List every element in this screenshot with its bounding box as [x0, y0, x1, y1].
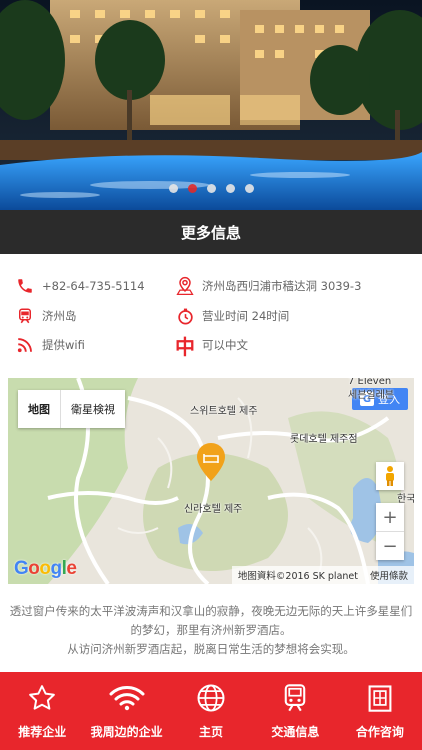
map-terms-link[interactable]: 使用條款 [370, 568, 408, 582]
address-text: 济州岛西归浦市穑达洞 3039-3 [202, 279, 362, 293]
hotel-night-photo [0, 0, 422, 210]
zoom-controls: + − [376, 503, 404, 560]
map-label-shilla-hotel: 신라호텔 제주 [184, 504, 243, 515]
map-tab-satellite[interactable]: 衛星検視 [61, 390, 125, 428]
nav-label: 推荐企业 [18, 725, 67, 739]
section-title-bar: 更多信息 [0, 210, 422, 254]
nav-label: 交通信息 [271, 725, 320, 739]
address-info[interactable]: 济州岛西归浦市穑达洞 3039-3 [174, 272, 361, 300]
globe-icon [196, 682, 226, 714]
section-title: 更多信息 [180, 223, 241, 242]
building-icon [366, 682, 394, 714]
transport-text: 济州岛 [42, 309, 77, 323]
train-icon [14, 305, 36, 327]
map-tab-map[interactable]: 地图 [18, 390, 61, 428]
carousel-dot[interactable] [206, 184, 216, 193]
map-attribution: 地图資料©2016 SK planet [237, 571, 358, 582]
hours-info: 营业时间 24时间 [174, 302, 289, 330]
rss-icon [14, 334, 36, 356]
phone-icon [14, 275, 36, 297]
hero-banner[interactable] [0, 0, 422, 210]
nav-recommended[interactable]: 推荐企业 [0, 672, 84, 750]
hours-text: 营业时间 24时间 [202, 309, 290, 323]
zoom-in-button[interactable]: + [376, 503, 404, 532]
train-icon [281, 682, 309, 714]
carousel-dot[interactable] [225, 184, 235, 193]
bottom-navigation: 推荐企业 我周边的企业 主页 交通信息 合作咨询 [0, 672, 422, 750]
chinese-language-icon: 中 [174, 334, 196, 359]
wifi-text: 提供wifi [42, 338, 85, 352]
description-line-1: 透过窗户传来的太平洋波涛声和汉拿山的寂静，夜晚无边无际的天上许多星星们的梦幻，那… [9, 604, 413, 637]
nav-home[interactable]: 主页 [169, 672, 253, 750]
star-icon [27, 682, 57, 714]
map-label-road: 세븐일레븐 [348, 390, 394, 401]
hotel-description: 透过窗户传来的太平洋波涛声和汉拿山的寂静，夜晚无边无际的天上许多星星们的梦幻，那… [8, 602, 414, 659]
description-line-2: 从访问济州新罗酒店起，脱离日常生活的梦想将会实现。 [67, 642, 355, 656]
google-map[interactable]: 地图 衛星検視 G 登入 7 Eleven 세븐일레븐 스위트호텔 제주 롯데호… [8, 378, 414, 584]
phone-info[interactable]: +82-64-735-5114 [14, 272, 145, 300]
carousel-dot[interactable] [187, 184, 197, 193]
nav-contact[interactable]: 合作咨询 [338, 672, 422, 750]
language-badge: 中 [175, 334, 195, 359]
language-text: 可以中文 [202, 338, 248, 352]
carousel-dot[interactable] [244, 184, 254, 193]
clock-icon [174, 305, 196, 327]
wifi-icon [109, 682, 145, 714]
nav-label: 主页 [199, 725, 224, 739]
phone-number: +82-64-735-5114 [42, 279, 145, 293]
map-type-tabs: 地图 衛星検視 [18, 390, 125, 428]
nav-label: 我周边的企业 [90, 725, 163, 739]
map-label-lotte-hotel: 롯데호텔 제주점 [290, 434, 358, 445]
map-label-suite-hotel: 스위트호텔 제주 [190, 406, 258, 417]
nav-label: 合作咨询 [355, 725, 404, 739]
nav-transport[interactable]: 交通信息 [253, 672, 337, 750]
language-info: 中 可以中文 [174, 331, 248, 359]
map-pin-icon [174, 275, 196, 297]
location-marker-icon[interactable] [196, 442, 226, 486]
street-view-pegman-icon[interactable] [376, 462, 404, 490]
zoom-out-button[interactable]: − [376, 532, 404, 560]
map-attribution-bar: 地图資料©2016 SK planet 使用條款 [231, 566, 414, 584]
nav-nearby[interactable]: 我周边的企业 [84, 672, 168, 750]
wifi-info: 提供wifi [14, 331, 85, 359]
carousel-dots [0, 184, 422, 193]
transport-info: 济州岛 [14, 302, 77, 330]
carousel-dot[interactable] [168, 184, 178, 193]
google-logo: Google [14, 558, 77, 579]
